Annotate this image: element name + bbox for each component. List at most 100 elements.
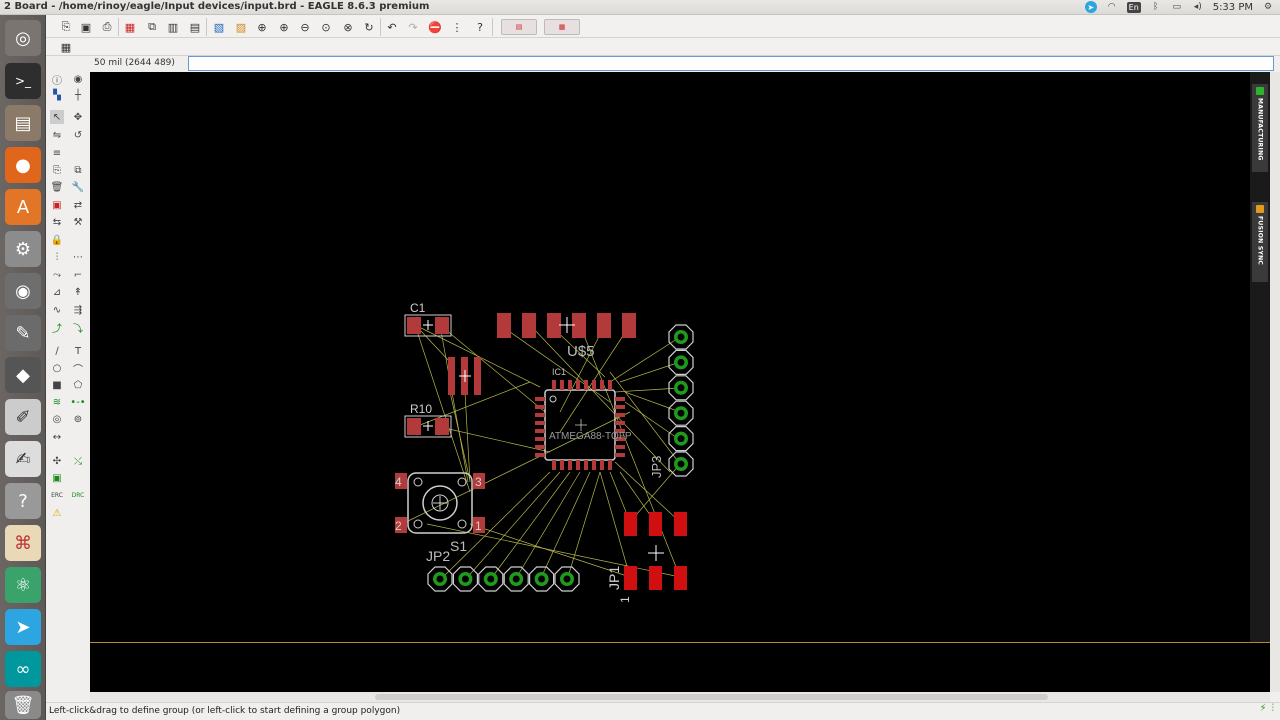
pcb-quote-icon[interactable]: ▦ — [544, 19, 580, 35]
board-icon[interactable]: ▨ — [233, 19, 249, 35]
zoom-area-icon[interactable]: ⊙ — [318, 19, 334, 35]
camera-icon[interactable]: ◉ — [5, 273, 41, 309]
zoom-in-icon[interactable]: ⊕ — [276, 19, 292, 35]
group-icon[interactable]: ↖ — [50, 110, 64, 124]
component-s1[interactable]: 4 3 2 1 S1 — [395, 472, 485, 554]
autorouter-icon[interactable]: ⤴ — [50, 320, 64, 335]
change-icon[interactable]: ⇆ — [50, 215, 64, 229]
redraw-icon[interactable]: ↻ — [361, 19, 377, 35]
component-jp2[interactable]: JP2 — [426, 548, 580, 592]
layers-icon[interactable]: ≋ — [50, 395, 64, 409]
atom-icon[interactable]: ⚛ — [5, 567, 41, 603]
ripup-icon[interactable]: ↟ — [71, 285, 85, 299]
system-settings-icon[interactable]: ⚙ — [5, 231, 41, 267]
arc-icon[interactable]: ⌒ — [71, 361, 85, 376]
differential-pair-icon[interactable]: ⇶ — [71, 303, 85, 317]
telegram-icon[interactable]: ➤ — [5, 609, 41, 645]
warning-icon[interactable]: ⚠ — [50, 506, 64, 520]
clock[interactable]: 5:33 PM — [1213, 2, 1253, 13]
battery-icon[interactable]: ▭ — [1171, 2, 1183, 13]
manufacturing-tab[interactable]: MANUFACTURING — [1252, 84, 1268, 172]
eagle-icon[interactable]: ⌘ — [5, 525, 41, 561]
replace-icon[interactable]: ⇄ — [71, 198, 85, 212]
ratsnest-icon[interactable]: ✣ — [50, 454, 64, 468]
schematic-icon[interactable]: ▧ — [211, 19, 227, 35]
route-multiple-icon[interactable]: ⤵ — [71, 320, 85, 335]
component-c1[interactable]: C1 — [404, 301, 452, 337]
open-icon[interactable]: ⎘ — [58, 19, 74, 35]
smash-icon[interactable]: ⚒ — [71, 215, 85, 229]
gimp-icon[interactable]: ✎ — [5, 315, 41, 351]
copy-icon[interactable]: ⎘ — [50, 163, 64, 177]
board-canvas[interactable]: C1 U$5 R10 IC1 ATMEGA88-TQFP JP3 4 3 2 1… — [90, 72, 1270, 642]
align-icon[interactable]: ≡ — [50, 146, 64, 160]
component-u5[interactable]: U$5 — [497, 313, 636, 360]
ubuntu-home-icon[interactable]: ◎ — [5, 20, 41, 56]
horizontal-scroll-thumb[interactable] — [375, 694, 1048, 700]
grid-icon[interactable]: ▤ — [187, 19, 203, 35]
polygon-icon[interactable]: ⬠ — [71, 378, 85, 392]
wifi-icon[interactable]: ◠ — [1106, 2, 1118, 13]
export-icon[interactable]: ⧉ — [144, 19, 160, 35]
settings-gear-icon[interactable]: ⚙ — [1262, 2, 1274, 13]
move-icon[interactable]: ✥ — [71, 110, 85, 124]
route-icon[interactable]: ⤳ — [50, 268, 64, 282]
show-icon[interactable]: ◉ — [71, 72, 85, 86]
mirror-icon[interactable]: ⇋ — [50, 128, 64, 142]
horizontal-scrollbar[interactable] — [90, 692, 1270, 702]
component-crystal[interactable] — [448, 357, 481, 395]
optimize-icon[interactable]: ⋯ — [71, 250, 85, 264]
signal-icon[interactable]: •‑• — [70, 395, 85, 409]
miter-icon[interactable]: ⌐ — [71, 268, 85, 282]
go-icon[interactable]: ⋮ — [449, 19, 465, 35]
paste-icon[interactable]: ⧉ — [71, 163, 85, 177]
library-icon[interactable]: ▥ — [165, 19, 181, 35]
erc-icon[interactable]: ERC — [50, 488, 64, 502]
slice-icon[interactable]: ⊿ — [50, 285, 64, 299]
split-icon[interactable]: ⫶ — [50, 250, 64, 264]
wrench-icon[interactable]: 🔧 — [71, 180, 85, 194]
terminal-icon[interactable]: >_ — [5, 63, 41, 99]
text-icon[interactable]: T — [71, 344, 85, 358]
telegram-tray-icon[interactable]: ➤ — [1084, 1, 1097, 13]
signal-status-icon[interactable]: ⫶ — [1272, 703, 1275, 714]
zoom-fit-icon[interactable]: ⊕ — [254, 19, 270, 35]
fusion-sync-tab[interactable]: FUSION SYNC — [1252, 202, 1268, 282]
zoom-out-icon[interactable]: ⊖ — [297, 19, 313, 35]
component-jp3[interactable]: JP3 — [649, 324, 694, 478]
files-icon[interactable]: ▤ — [5, 105, 41, 141]
grid-settings-icon[interactable]: ▦ — [58, 39, 74, 55]
display-layers-icon[interactable]: ▚ — [50, 88, 64, 102]
circle-icon[interactable]: ○ — [50, 361, 64, 375]
info-icon[interactable]: ⓘ — [50, 72, 64, 87]
firefox-icon[interactable]: ● — [5, 147, 41, 183]
vertical-scrollbar[interactable] — [1270, 72, 1280, 692]
rectangle-icon[interactable]: ■ — [50, 378, 64, 392]
text-editor-icon[interactable]: ✍ — [5, 441, 41, 477]
inkscape-icon[interactable]: ◆ — [5, 357, 41, 393]
trash-icon[interactable]: 🗑 — [5, 691, 41, 719]
component-jp1[interactable]: JP1 1 — [606, 512, 687, 603]
delete-icon[interactable]: 🗑 — [50, 180, 64, 194]
save-icon[interactable]: ▣ — [78, 19, 94, 35]
lightning-icon[interactable]: ⚡ — [1259, 703, 1266, 714]
command-input[interactable] — [188, 56, 1274, 71]
add-icon[interactable]: ▣ — [50, 198, 64, 212]
rotate-icon[interactable]: ↺ — [71, 128, 85, 142]
cam-processor-icon[interactable]: ▦ — [122, 19, 138, 35]
drc-icon[interactable]: DRC — [71, 488, 85, 502]
draw-icon[interactable]: ✐ — [5, 399, 41, 435]
drc-layer-icon[interactable]: ▣ — [50, 471, 64, 485]
help-icon[interactable]: ? — [5, 483, 41, 519]
redo-icon[interactable]: ↷ — [405, 19, 421, 35]
arduino-icon[interactable]: ∞ — [5, 651, 41, 687]
design-link-icon[interactable]: ▤ — [501, 19, 537, 35]
via-icon[interactable]: ⊚ — [71, 412, 85, 426]
help-question-icon[interactable]: ? — [472, 19, 488, 35]
component-r10[interactable]: R10 — [404, 402, 452, 438]
auto-route-icon[interactable]: ⤯ — [71, 454, 85, 468]
keyboard-layout-indicator[interactable]: En — [1126, 1, 1141, 13]
stop-icon[interactable]: ⛔ — [427, 19, 443, 35]
print-icon[interactable]: ⎙ — [99, 19, 115, 35]
meander-icon[interactable]: ∿ — [50, 303, 64, 317]
